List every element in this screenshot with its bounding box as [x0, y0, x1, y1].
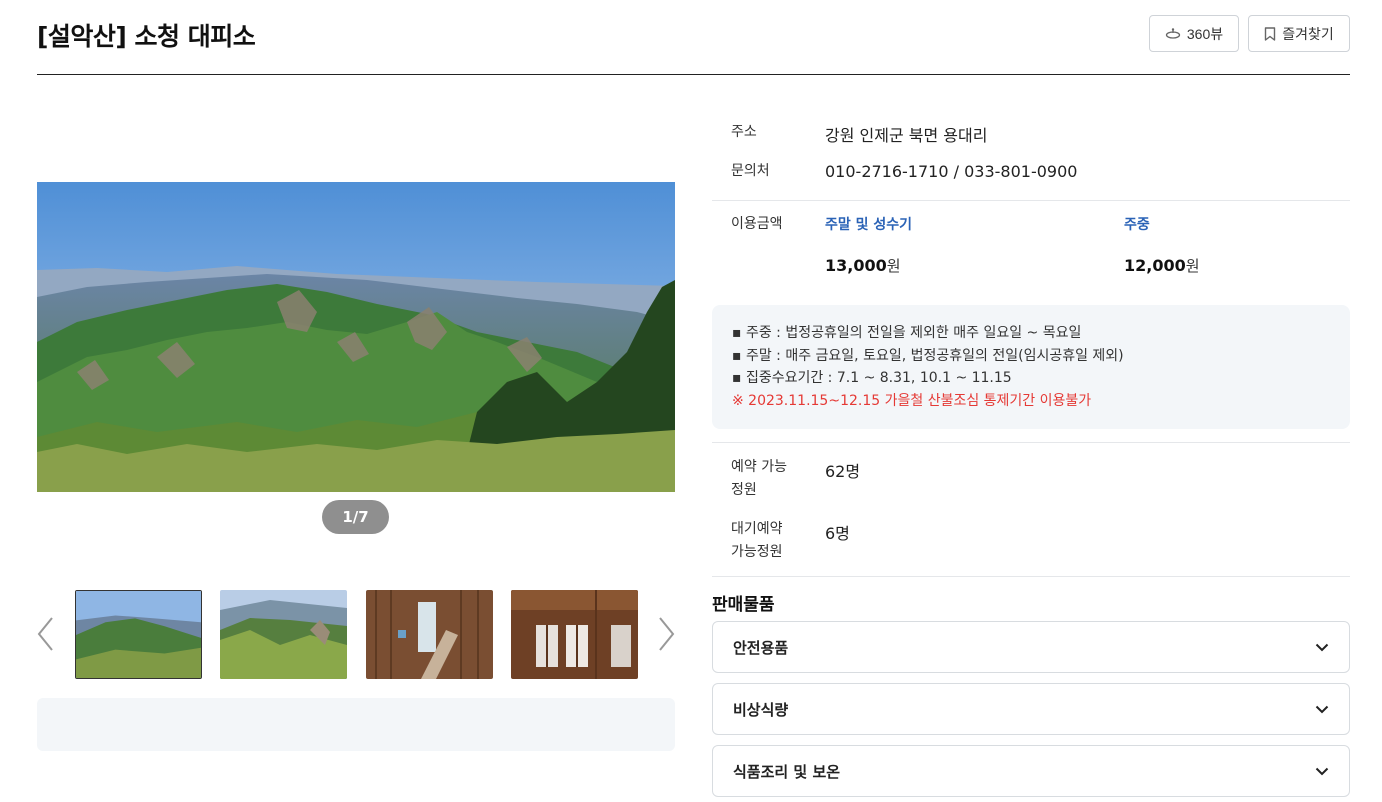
chevron-down-icon — [1315, 767, 1329, 775]
carousel-next-button[interactable] — [654, 614, 678, 654]
divider — [712, 200, 1350, 201]
favorite-button[interactable]: 즐겨찾기 — [1248, 15, 1350, 52]
bookmark-icon — [1264, 26, 1276, 41]
photo-counter: 1/7 — [322, 500, 389, 534]
accordion-label: 식품조리 및 보온 — [733, 762, 841, 781]
page-title: [설악산] 소청 대피소 — [37, 22, 256, 51]
accordion-cooking-warmth[interactable]: 식품조리 및 보온 — [712, 745, 1350, 797]
thumbnail-2[interactable] — [220, 590, 347, 679]
360-view-icon — [1165, 27, 1181, 40]
notice-line: ▪ 주중 : 법정공휴일의 전일을 제외한 매주 일요일 ~ 목요일 — [732, 325, 1082, 341]
address-value: 강원 인제군 북면 용대리 — [825, 126, 988, 145]
reservable-capacity-label: 예약 가능 정원 — [731, 459, 787, 498]
contact-value: 010-2716-1710 / 033-801-0900 — [825, 162, 1078, 181]
contact-label: 문의처 — [731, 163, 770, 179]
notice-panel: ▪ 주중 : 법정공휴일의 전일을 제외한 매주 일요일 ~ 목요일 ▪ 주말 … — [712, 305, 1350, 429]
fee-weekend-period: 주말 및 성수기 — [825, 217, 913, 233]
accordion-label: 비상식량 — [733, 700, 789, 719]
carousel-prev-button[interactable] — [34, 614, 58, 654]
fee-weekday-amount: 12,000원 — [1124, 256, 1200, 275]
waitlist-capacity-label: 대기예약 가능정원 — [731, 521, 783, 560]
main-photo[interactable] — [37, 182, 675, 492]
favorite-label: 즐겨찾기 — [1282, 25, 1334, 42]
notice-line: ▪ 주말 : 매주 금요일, 토요일, 법정공휴일의 전일(임시공휴일 제외) — [732, 347, 1124, 364]
divider — [712, 442, 1350, 443]
fee-weekday-period: 주중 — [1124, 217, 1150, 233]
chevron-down-icon — [1315, 643, 1329, 651]
view-360-button[interactable]: 360뷰 — [1149, 15, 1239, 52]
accordion-emergency-food[interactable]: 비상식량 — [712, 683, 1350, 735]
accordion-safety-goods[interactable]: 안전용품 — [712, 621, 1350, 673]
chevron-left-icon — [37, 617, 53, 651]
notice-line: ▪ 집중수요기간 : 7.1 ~ 8.31, 10.1 ~ 11.15 — [732, 370, 1012, 386]
thumbnail-3[interactable] — [366, 590, 493, 679]
accordion-label: 안전용품 — [733, 638, 789, 657]
notice-warning: ※ 2023.11.15~12.15 가을철 산불조심 통제기간 이용불가 — [732, 392, 1092, 409]
fee-label: 이용금액 — [731, 216, 783, 232]
gallery-footer-panel — [37, 698, 675, 751]
waitlist-capacity-value: 6명 — [825, 524, 850, 543]
thumbnail-1[interactable] — [75, 590, 202, 679]
address-label: 주소 — [731, 124, 757, 140]
divider — [712, 576, 1350, 577]
reservable-capacity-value: 62명 — [825, 462, 861, 481]
thumbnail-4[interactable] — [511, 590, 638, 679]
header-divider — [37, 74, 1350, 75]
products-title: 판매물품 — [712, 595, 775, 615]
view-360-label: 360뷰 — [1186, 25, 1224, 42]
chevron-right-icon — [659, 617, 675, 651]
fee-weekend-amount: 13,000원 — [825, 256, 901, 275]
chevron-down-icon — [1315, 705, 1329, 713]
